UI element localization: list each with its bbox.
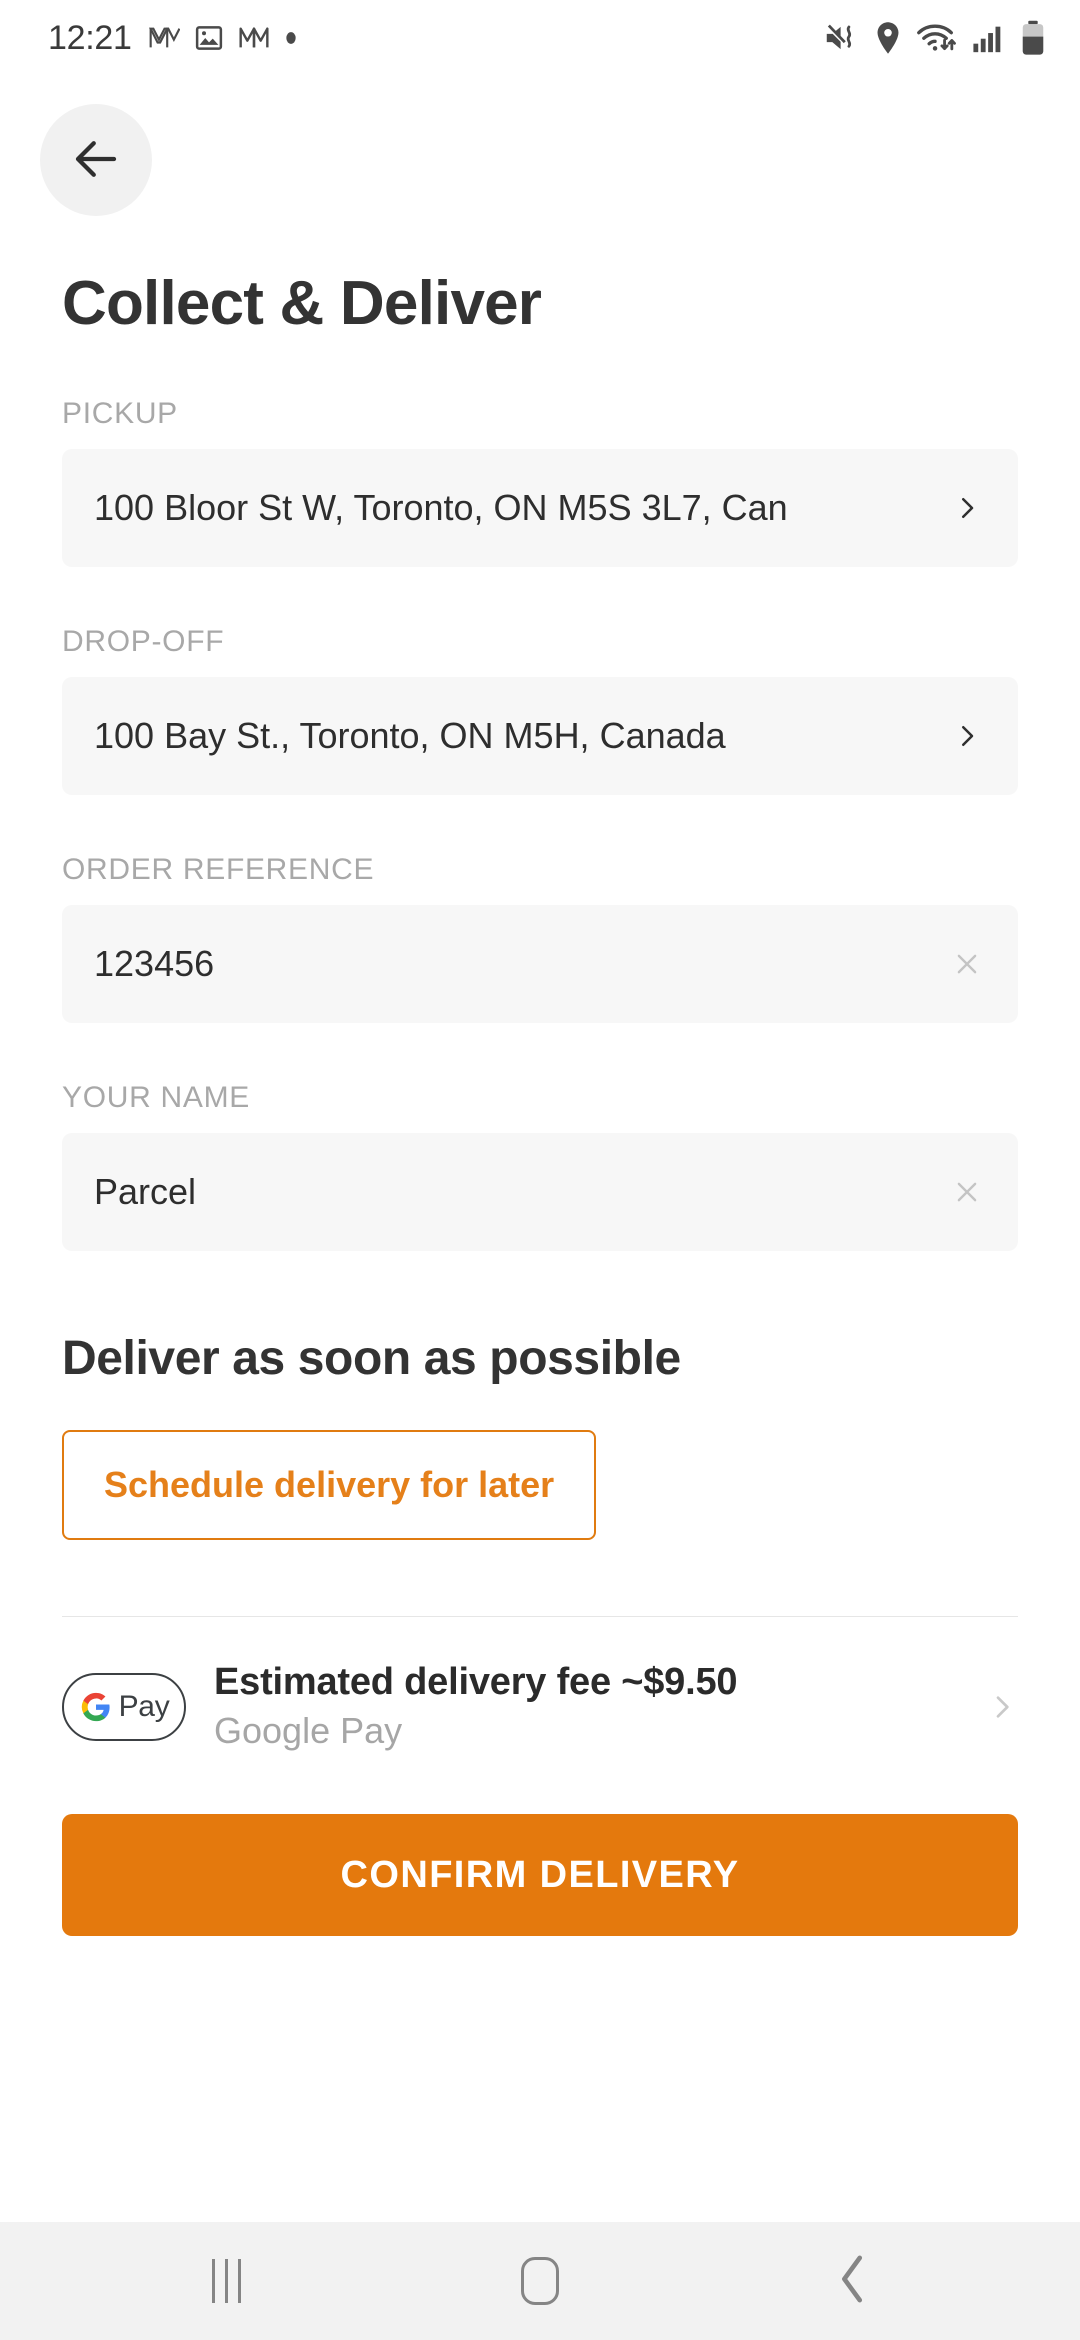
dot-icon bbox=[284, 31, 298, 45]
gmail-icon bbox=[238, 22, 270, 54]
photos-icon bbox=[194, 23, 224, 53]
battery-icon bbox=[1020, 20, 1046, 56]
location-icon bbox=[874, 21, 902, 55]
your-name-field-group: YOUR NAME Parcel bbox=[62, 1081, 1018, 1251]
status-notification-icons bbox=[148, 22, 298, 54]
clear-icon[interactable] bbox=[944, 949, 990, 979]
order-reference-field-group: ORDER REFERENCE 123456 bbox=[62, 853, 1018, 1023]
arrow-left-icon bbox=[69, 132, 123, 189]
page-title: Collect & Deliver bbox=[62, 269, 542, 338]
status-bar-right bbox=[824, 20, 1046, 56]
google-pay-label: Pay bbox=[118, 1689, 170, 1723]
estimated-fee-text: Estimated delivery fee ~$9.50 bbox=[214, 1661, 738, 1703]
back-button[interactable] bbox=[40, 104, 152, 216]
google-pay-icon: Pay bbox=[62, 1672, 186, 1741]
status-bar: 12:21 bbox=[0, 0, 1080, 76]
home-icon bbox=[520, 2257, 559, 2305]
your-name-label: YOUR NAME bbox=[62, 1081, 250, 1114]
delivery-timing-heading: Deliver as soon as possible bbox=[62, 1332, 681, 1385]
order-reference-label: ORDER REFERENCE bbox=[62, 853, 375, 886]
payment-method-name: Google Pay bbox=[214, 1710, 403, 1751]
gmail-icon bbox=[148, 22, 180, 54]
nav-home-button[interactable] bbox=[465, 2231, 615, 2331]
chevron-right-icon bbox=[944, 493, 990, 523]
payment-method-row[interactable]: Pay Estimated delivery fee ~$9.50 Google… bbox=[62, 1661, 1018, 1752]
system-navigation-bar bbox=[0, 2222, 1080, 2340]
main-content: Collect & Deliver PICKUP 100 Bloor St W,… bbox=[0, 76, 1080, 2222]
dropoff-label: DROP-OFF bbox=[62, 625, 225, 658]
recents-icon bbox=[212, 2259, 242, 2303]
order-reference-value: 123456 bbox=[94, 943, 215, 984]
nav-back-button[interactable] bbox=[778, 2231, 928, 2331]
wifi-icon bbox=[916, 21, 958, 55]
dropoff-address-value: 100 Bay St., Toronto, ON M5H, Canada bbox=[94, 715, 726, 756]
section-divider bbox=[62, 1616, 1018, 1617]
cellular-signal-icon bbox=[972, 22, 1006, 54]
pickup-address-field[interactable]: 100 Bloor St W, Toronto, ON M5S 3L7, Can bbox=[62, 449, 1018, 567]
phone-screen: 12:21 Collect & Deliver PICKUP 100 Bloor… bbox=[0, 0, 1080, 2340]
your-name-value: Parcel bbox=[94, 1171, 197, 1212]
status-clock: 12:21 bbox=[48, 18, 132, 57]
pickup-label: PICKUP bbox=[62, 397, 178, 430]
dropoff-address-field[interactable]: 100 Bay St., Toronto, ON M5H, Canada bbox=[62, 677, 1018, 795]
schedule-delivery-button[interactable]: Schedule delivery for later bbox=[62, 1430, 597, 1540]
back-button-container bbox=[0, 76, 1080, 216]
mute-vibrate-icon bbox=[824, 21, 860, 55]
dropoff-field-group: DROP-OFF 100 Bay St., Toronto, ON M5H, C… bbox=[62, 625, 1018, 795]
pickup-field-group: PICKUP 100 Bloor St W, Toronto, ON M5S 3… bbox=[62, 397, 1018, 567]
your-name-field[interactable]: Parcel bbox=[62, 1133, 1018, 1251]
confirm-delivery-button[interactable]: CONFIRM DELIVERY bbox=[62, 1814, 1018, 1936]
nav-recents-button[interactable] bbox=[152, 2231, 302, 2331]
status-bar-left: 12:21 bbox=[48, 19, 298, 58]
payment-text-block: Estimated delivery fee ~$9.50 Google Pay bbox=[214, 1661, 974, 1752]
chevron-right-icon bbox=[986, 1691, 1018, 1723]
order-reference-field[interactable]: 123456 bbox=[62, 905, 1018, 1023]
chevron-left-icon bbox=[837, 2254, 869, 2309]
chevron-right-icon bbox=[944, 721, 990, 751]
pickup-address-value: 100 Bloor St W, Toronto, ON M5S 3L7, Can bbox=[94, 487, 788, 528]
clear-icon[interactable] bbox=[944, 1177, 990, 1207]
